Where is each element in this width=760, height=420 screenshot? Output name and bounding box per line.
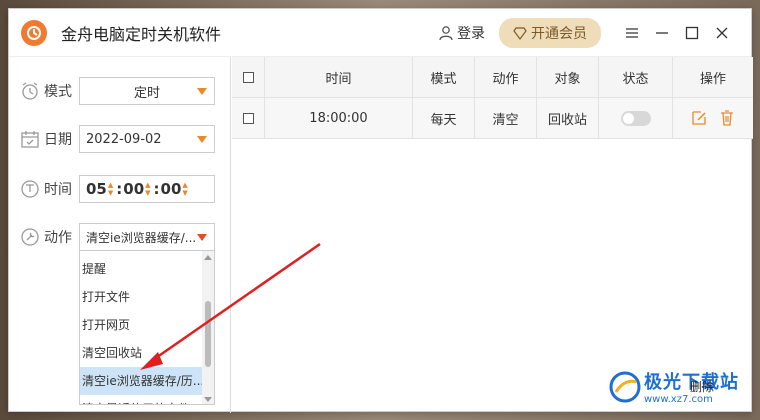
minute-stepper[interactable]: ▲ ▼ [145, 181, 150, 197]
cell-status [599, 98, 673, 138]
column-header: 模式 [413, 57, 475, 97]
scroll-down-icon[interactable] [204, 397, 212, 402]
maximize-icon [685, 26, 699, 40]
app-title: 金舟电脑定时关机软件 [61, 24, 222, 44]
settings-panel: 模式 定时 日期 2022-09-02 时间 05 ▲ ▼ : 00 ▲ ▼ : 0… [9, 57, 231, 413]
login-label: 登录 [457, 26, 485, 42]
alarm-clock-icon [22, 82, 38, 100]
title-bar: 金舟电脑定时关机软件 登录 开通会员 [9, 9, 751, 57]
hour-value[interactable]: 05 [86, 180, 107, 198]
calendar-icon [21, 131, 39, 148]
app-logo-icon [21, 19, 47, 46]
time-picker[interactable]: 05 ▲ ▼ : 00 ▲ ▼ : 00 ▲ ▼ [79, 175, 215, 203]
close-button[interactable] [707, 18, 737, 48]
action-dropdown-list[interactable]: 提醒 打开文件 打开网页 清空回收站 清空ie浏览器缓存/历... 清空最近使用… [79, 250, 215, 405]
cell-target: 回收站 [537, 98, 599, 138]
menu-button[interactable] [617, 18, 647, 48]
time-row: 时间 [19, 175, 82, 203]
dropdown-scrollbar[interactable] [202, 251, 214, 404]
chevron-down-icon [197, 234, 207, 241]
time-separator: : [153, 180, 160, 198]
vip-label: 开通会员 [531, 26, 587, 42]
action-value: 清空ie浏览器缓存/... [86, 230, 197, 245]
watermark: 极光下载站 www.xz7.com [608, 368, 739, 405]
action-label: 动作 [44, 230, 72, 246]
task-table: 时间 模式 动作 对象 状态 操作 18:00:00 每天 清空 回收站 [232, 57, 753, 139]
row-select-cell [232, 98, 265, 138]
cell-mode: 每天 [413, 98, 475, 138]
cell-time: 18:00:00 [265, 98, 413, 138]
scroll-up-icon[interactable] [204, 255, 212, 260]
cell-action: 清空 [475, 98, 537, 138]
dropdown-option[interactable]: 清空回收站 [80, 339, 214, 367]
date-label: 日期 [44, 132, 72, 148]
user-icon [439, 26, 453, 41]
column-header: 动作 [475, 57, 537, 97]
cell-operations [673, 98, 753, 138]
vip-button[interactable]: 开通会员 [499, 18, 601, 48]
date-picker[interactable]: 2022-09-02 [79, 125, 215, 153]
maximize-button[interactable] [677, 18, 707, 48]
wrench-icon [21, 228, 39, 246]
dropdown-option[interactable]: 清空最近使用的文件... [80, 395, 214, 404]
clock-icon [21, 180, 39, 198]
column-header: 状态 [599, 57, 673, 97]
watermark-logo-icon [609, 371, 641, 402]
row-checkbox[interactable] [242, 112, 254, 124]
dropdown-option[interactable]: 打开网页 [80, 311, 214, 339]
mode-row: 模式 [19, 77, 82, 105]
column-header: 操作 [699, 71, 726, 87]
time-label: 时间 [44, 182, 72, 198]
login-button[interactable]: 登录 [438, 23, 485, 43]
second-stepper[interactable]: ▲ ▼ [182, 181, 187, 197]
dropdown-option-selected[interactable]: 清空ie浏览器缓存/历... [80, 367, 214, 395]
table-header: 时间 模式 动作 对象 状态 操作 [232, 57, 753, 98]
chevron-down-icon [197, 88, 207, 95]
dropdown-option[interactable]: 打开文件 [80, 283, 214, 311]
chevron-down-icon [197, 136, 207, 143]
date-row: 日期 [19, 125, 82, 153]
minute-value[interactable]: 00 [123, 180, 144, 198]
select-all-cell [232, 57, 265, 97]
app-window: 金舟电脑定时关机软件 登录 开通会员 模式 定时 日期 2022-09-02 时… [8, 8, 753, 413]
mode-label: 模式 [44, 84, 72, 100]
column-header: 时间 [265, 57, 413, 97]
menu-icon [626, 28, 638, 38]
column-header: 对象 [537, 57, 599, 97]
trash-icon[interactable] [718, 109, 736, 127]
scrollbar-thumb[interactable] [205, 301, 211, 367]
second-value[interactable]: 00 [161, 180, 182, 198]
minimize-button[interactable] [647, 18, 677, 48]
minimize-icon [656, 32, 668, 34]
mode-value: 定时 [133, 85, 160, 101]
status-toggle[interactable] [620, 110, 651, 126]
table-row[interactable]: 18:00:00 每天 清空 回收站 [232, 98, 753, 139]
action-select[interactable]: 清空ie浏览器缓存/... [79, 223, 215, 251]
time-separator: : [116, 180, 123, 198]
diamond-icon [513, 27, 527, 40]
watermark-url: www.xz7.com [644, 394, 713, 405]
hour-stepper[interactable]: ▲ ▼ [108, 181, 113, 197]
delete-tooltip: 删除 [690, 380, 715, 394]
date-value: 2022-09-02 [86, 131, 162, 147]
close-icon [716, 27, 728, 39]
mode-select[interactable]: 定时 [79, 77, 215, 105]
select-all-checkbox[interactable] [242, 71, 254, 83]
dropdown-option[interactable]: 提醒 [80, 255, 214, 283]
edit-icon[interactable] [690, 109, 708, 127]
action-row: 动作 [19, 223, 82, 251]
